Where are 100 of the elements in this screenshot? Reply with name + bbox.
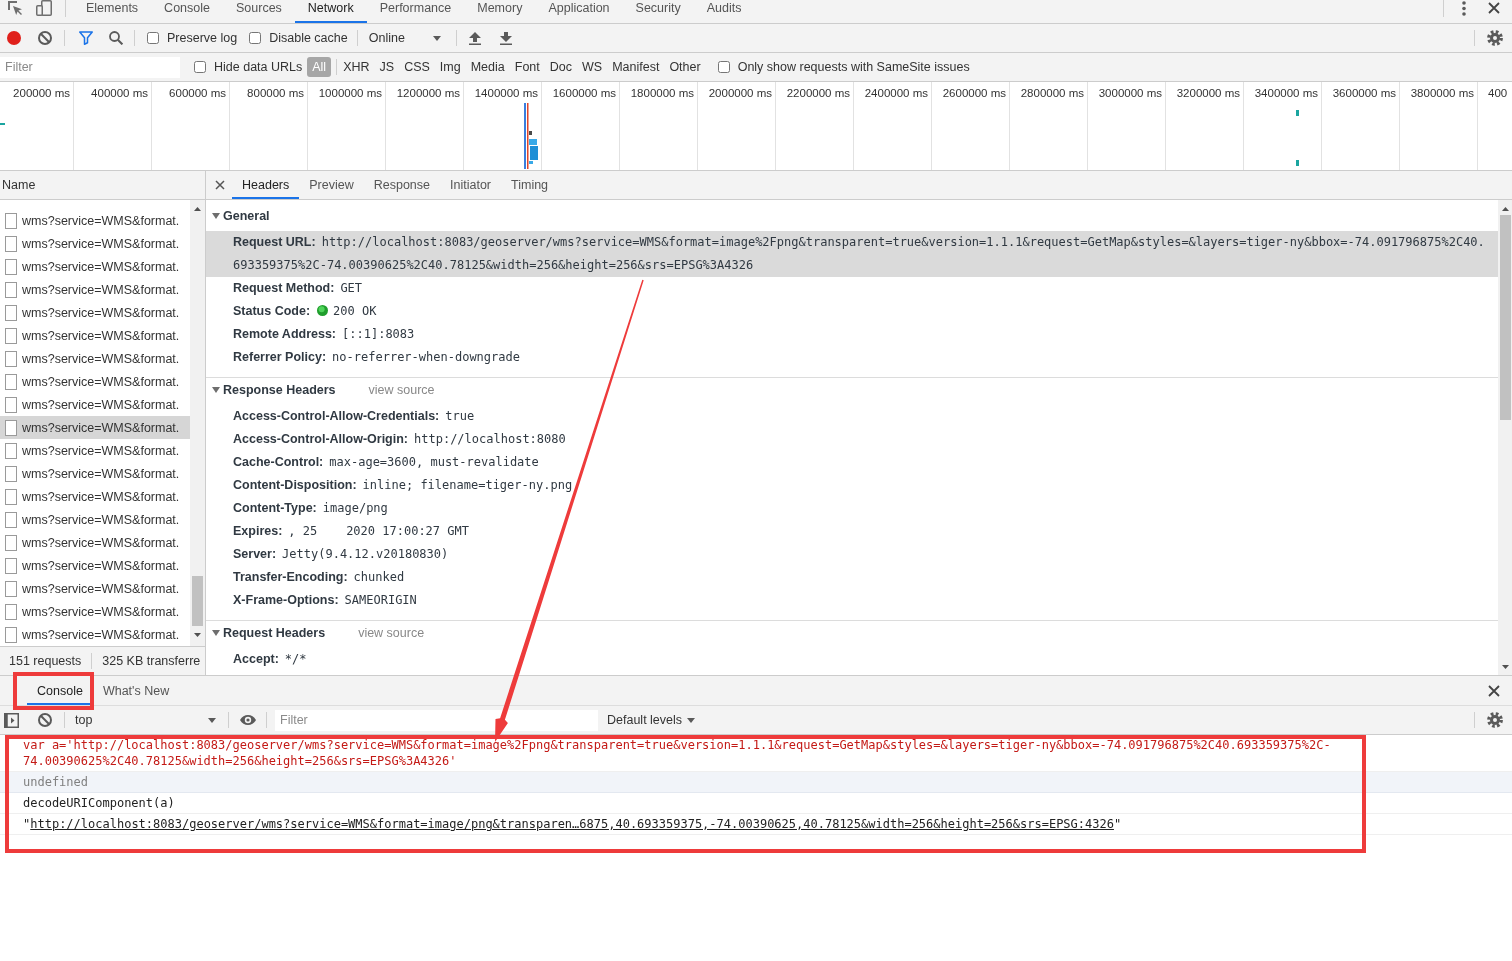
close-icon[interactable]: [1488, 2, 1500, 14]
scroll-down-icon[interactable]: [1501, 665, 1509, 669]
column-header[interactable]: Name: [0, 171, 205, 200]
tick-label: 3600000 ms: [1332, 87, 1396, 99]
section-title[interactable]: Request Headers: [223, 626, 326, 640]
triangle-down-icon[interactable]: [212, 213, 220, 219]
panel-tab[interactable]: Elements: [73, 0, 152, 23]
tick-label: 400: [1488, 87, 1508, 99]
panel-tab[interactable]: Memory: [464, 0, 536, 23]
kebab-menu-icon[interactable]: [1462, 1, 1466, 16]
tick-label: 1600000 ms: [552, 87, 616, 99]
file-icon: [5, 488, 17, 505]
close-icon[interactable]: [215, 180, 225, 190]
tick-label: 2600000 ms: [942, 87, 1006, 99]
view-source-link[interactable]: view source: [358, 626, 425, 640]
clear-icon[interactable]: [38, 713, 52, 727]
tick-label: 2800000 ms: [1020, 87, 1084, 99]
throttling-select[interactable]: Online: [362, 31, 447, 45]
sidebar-icon[interactable]: [4, 712, 19, 728]
scrollbar[interactable]: [1498, 200, 1512, 675]
file-icon: [5, 258, 17, 275]
panel-tab[interactable]: Security: [622, 0, 694, 23]
section-title[interactable]: General: [223, 209, 270, 223]
panel-tab[interactable]: Audits: [693, 0, 755, 23]
detail-tab[interactable]: Headers: [232, 171, 300, 199]
panel-tab[interactable]: Sources: [223, 0, 295, 23]
inspect-icon[interactable]: [7, 0, 23, 16]
drawer-tab[interactable]: What's New: [92, 676, 180, 705]
checkbox[interactable]: [147, 32, 159, 44]
scroll-thumb[interactable]: [1499, 215, 1511, 420]
type-filter[interactable]: XHR: [338, 57, 375, 77]
filter-icon[interactable]: [79, 31, 93, 45]
tick-label: 200000 ms: [13, 87, 70, 99]
checkbox-label[interactable]: Hide data URLs: [214, 60, 303, 74]
checkbox-label[interactable]: Preserve log: [167, 31, 238, 45]
file-icon: [5, 350, 17, 367]
header-name: Status Code:: [233, 304, 311, 318]
upload-icon[interactable]: [468, 31, 481, 45]
view-source-link[interactable]: view source: [368, 383, 435, 397]
levels-select[interactable]: Default levels: [601, 713, 702, 727]
filter-field[interactable]: Filter: [0, 56, 180, 78]
context-select[interactable]: top: [70, 713, 222, 727]
detail-tab[interactable]: Response: [363, 171, 440, 199]
file-icon: [5, 603, 17, 620]
triangle-down-icon[interactable]: [212, 630, 220, 636]
checkbox-label[interactable]: Disable cache: [269, 31, 348, 45]
type-filter[interactable]: JS: [374, 57, 400, 77]
detail-tab[interactable]: Initiator: [440, 171, 501, 199]
close-icon[interactable]: [1488, 684, 1500, 697]
section-title[interactable]: Response Headers: [223, 383, 336, 397]
file-icon: [5, 327, 17, 344]
type-filter[interactable]: WS: [577, 57, 608, 77]
scroll-up-icon[interactable]: [194, 207, 201, 211]
file-icon: [5, 557, 17, 574]
tick-label: 1000000 ms: [318, 87, 382, 99]
tick-label: 1200000 ms: [396, 87, 460, 99]
caret-icon: [208, 717, 216, 723]
file-icon: [5, 442, 17, 459]
checkbox[interactable]: [194, 61, 206, 73]
tick-label: 1400000 ms: [474, 87, 538, 99]
filter-field[interactable]: Filter: [275, 709, 598, 731]
scroll-thumb[interactable]: [192, 576, 203, 626]
header-row-text: Content-Disposition: inline; filename=tiger-ny.png: [233, 477, 573, 494]
eye-icon[interactable]: [240, 715, 256, 725]
panel-tab[interactable]: Console: [151, 0, 223, 23]
panel-tab[interactable]: Performance: [366, 0, 465, 23]
request-row[interactable]: wms?service=WMS&format.: [0, 416, 190, 439]
result-link[interactable]: http://localhost:8083/geoserver/wms?service=WMS&format=image/png&transparen…6875,40.693359375,-74.00390625,40.78125&width=256&height=256&srs=EPSG:4326: [30, 817, 1114, 831]
console-result: undefined: [23, 774, 90, 790]
triangle-down-icon[interactable]: [212, 387, 220, 393]
search-icon[interactable]: [109, 31, 123, 45]
type-filter[interactable]: CSS: [399, 57, 435, 77]
detail-tab[interactable]: Timing: [501, 171, 559, 199]
checkbox[interactable]: [249, 32, 262, 44]
record-icon[interactable]: [7, 31, 21, 45]
scroll-up-icon[interactable]: [1501, 207, 1509, 211]
tick-label: 2000000 ms: [708, 87, 772, 99]
download-icon[interactable]: [499, 31, 512, 45]
device-icon[interactable]: [36, 0, 52, 16]
console-command: var a='http://localhost:8083/geoserver/wms?service=WMS&format=image%2Fpng&transparent=true&version=1.1.1&request=GetMap&styles=&layers=tiger-ny&bbox=-74.091796875%2C40.693359375%2C-74.00390625%2C40.78125&width=256&height=256&srs=EPSG%3A4326': [23, 737, 1332, 769]
clear-icon[interactable]: [38, 31, 52, 45]
scrollbar[interactable]: [190, 200, 205, 646]
request-count: 151 requests: [9, 654, 82, 668]
type-filter[interactable]: Doc: [544, 57, 577, 77]
scroll-down-icon[interactable]: [194, 633, 201, 637]
settings-icon[interactable]: [1487, 30, 1503, 46]
file-icon: [5, 304, 17, 321]
type-filter[interactable]: Font: [509, 57, 545, 77]
type-filter[interactable]: Other: [664, 57, 706, 77]
header-value: 200 OK: [333, 304, 377, 318]
file-icon: [5, 465, 17, 482]
panel-tab[interactable]: Application: [535, 0, 623, 23]
file-icon: [5, 534, 17, 551]
type-filter[interactable]: Media: [465, 57, 510, 77]
type-filter[interactable]: Manifest: [607, 57, 665, 77]
type-filter[interactable]: Img: [434, 57, 466, 77]
detail-tab[interactable]: Preview: [299, 171, 364, 199]
checkbox[interactable]: [717, 61, 730, 73]
settings-icon[interactable]: [1487, 712, 1503, 728]
checkbox-label[interactable]: Only show requests with SameSite issues: [737, 60, 970, 74]
